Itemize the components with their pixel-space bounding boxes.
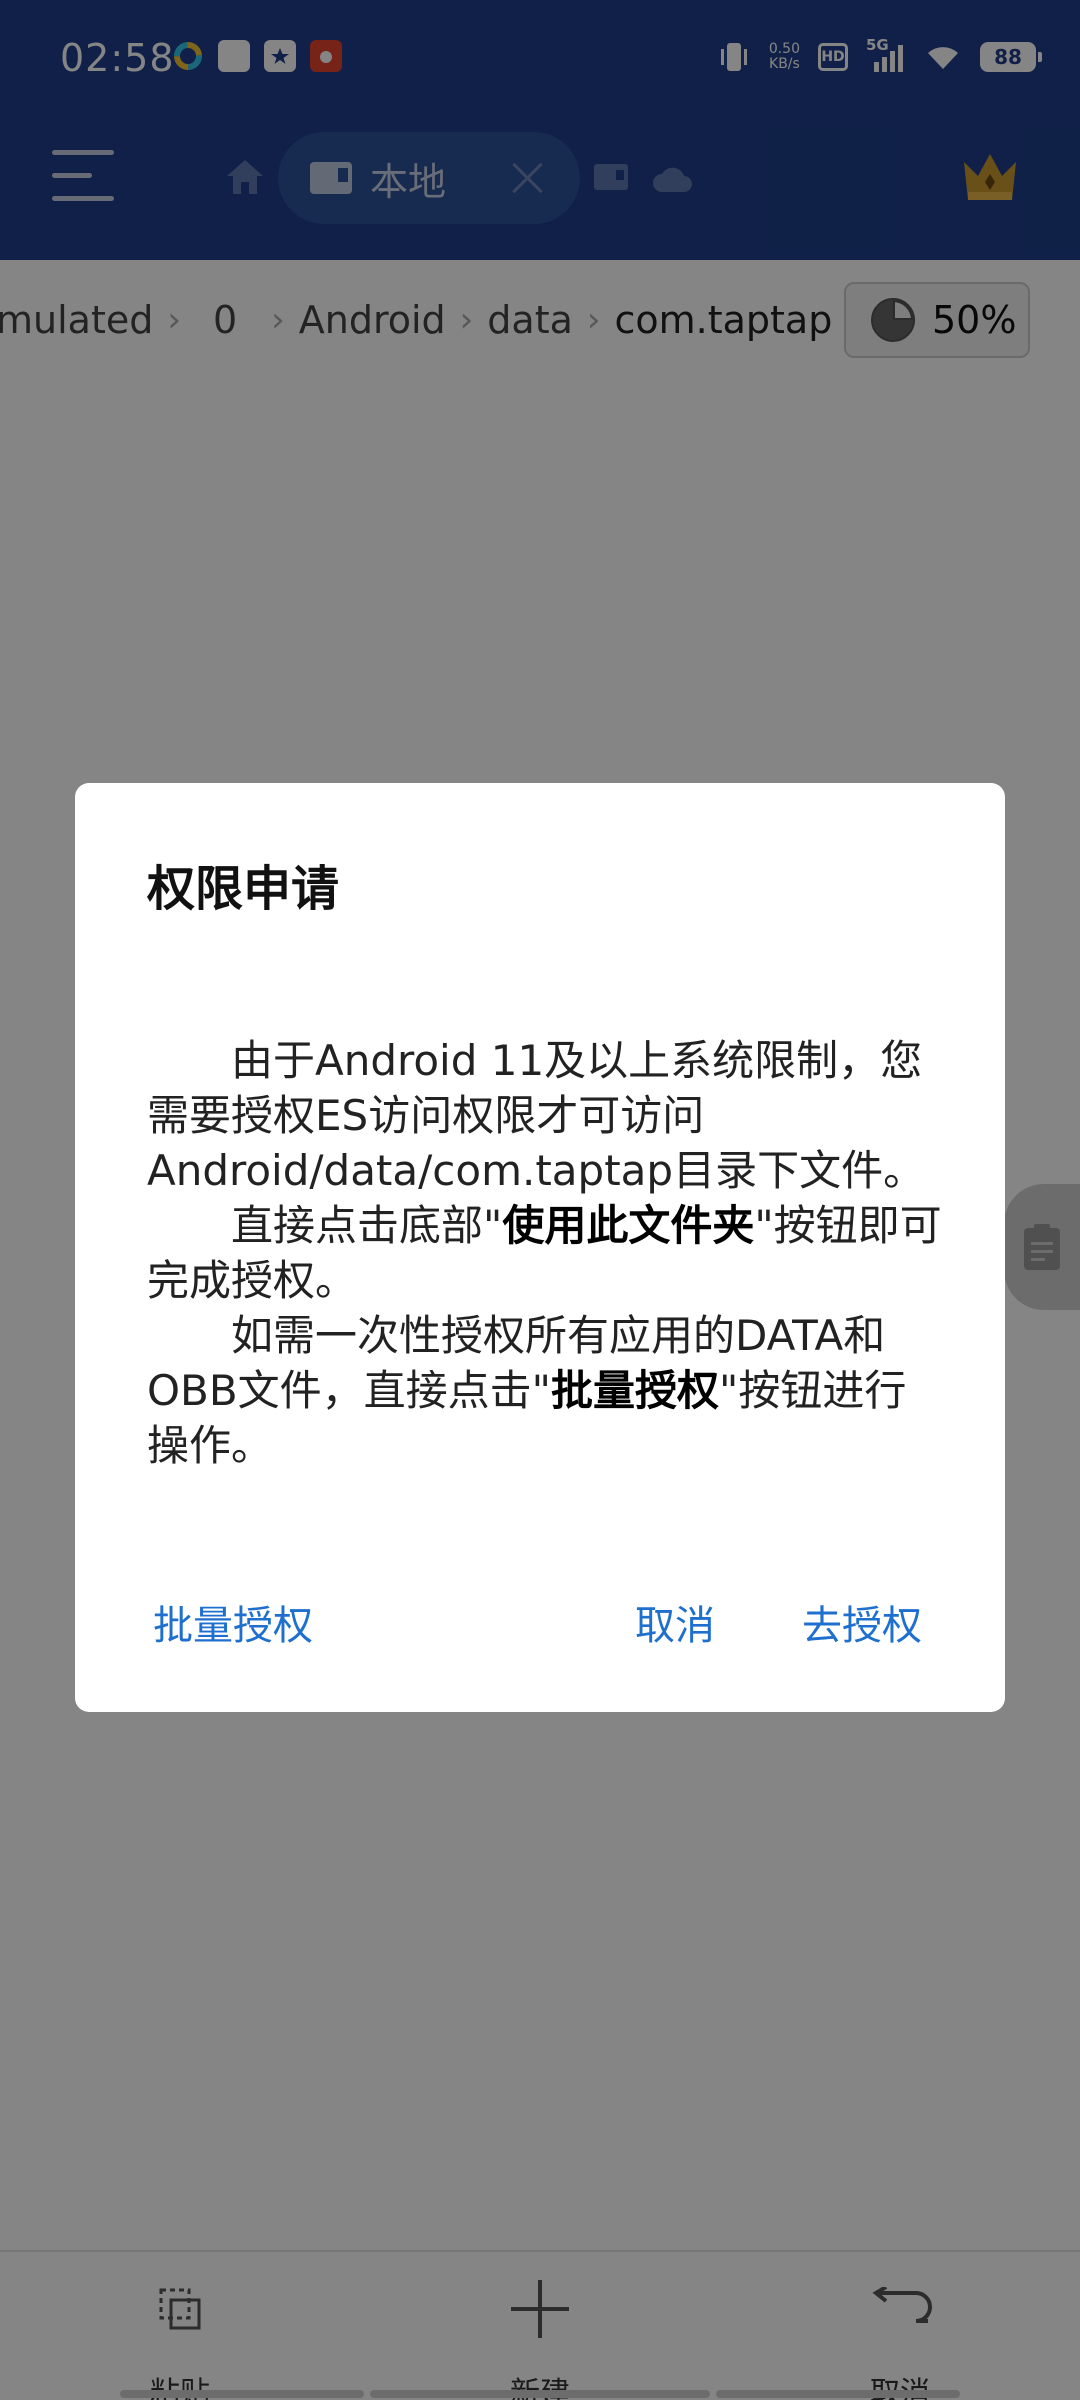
authorize-button[interactable]: 去授权 — [802, 1593, 922, 1651]
dialog-message: 由于Android 11及以上系统限制，您需要授权ES访问权限才可访问Andro… — [147, 1033, 947, 1473]
dialog-title: 权限申请 — [147, 861, 340, 917]
dialog-paragraph: 由于Android 11及以上系统限制，您需要授权ES访问权限才可访问Andro… — [147, 1036, 926, 1195]
permission-dialog: 权限申请 由于Android 11及以上系统限制，您需要授权ES访问权限才可访问… — [75, 783, 1005, 1712]
batch-authorize-button[interactable]: 批量授权 — [153, 1593, 313, 1651]
dialog-paragraph: 直接点击底部"使用此文件夹"按钮即可完成授权。 — [147, 1201, 942, 1305]
cancel-button[interactable]: 取消 — [635, 1593, 715, 1651]
dialog-paragraph: 如需一次性授权所有应用的DATA和OBB文件，直接点击"批量授权"按钮进行操作。 — [147, 1311, 907, 1470]
